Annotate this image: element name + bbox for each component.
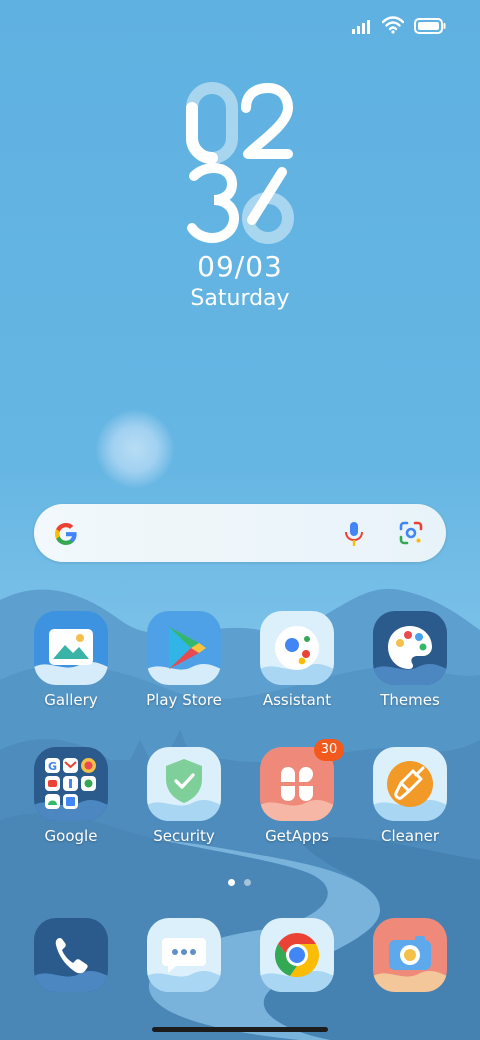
status-bar <box>352 14 452 40</box>
app-label: Security <box>153 827 215 845</box>
wifi-icon <box>382 16 404 34</box>
cleaner-icon <box>373 747 447 821</box>
themes-icon <box>373 611 447 685</box>
app-label: Cleaner <box>381 827 439 845</box>
wallpaper-sun <box>96 410 174 488</box>
svg-text:G: G <box>48 760 57 773</box>
app-gallery[interactable]: Gallery <box>21 611 121 709</box>
dock-chrome[interactable] <box>247 918 347 992</box>
dock-phone[interactable] <box>21 918 121 992</box>
google-folder-icon: G <box>34 747 108 821</box>
getapps-icon: 30 <box>260 739 344 821</box>
clock-widget[interactable] <box>180 80 300 250</box>
app-label: Themes <box>380 691 440 709</box>
dock-messages[interactable] <box>134 918 234 992</box>
notification-badge: 30 <box>314 739 344 761</box>
app-play-store[interactable]: Play Store <box>134 611 234 709</box>
app-label: GetApps <box>265 827 329 845</box>
app-themes[interactable]: Themes <box>360 611 460 709</box>
app-assistant[interactable]: Assistant <box>247 611 347 709</box>
clock-day: Saturday <box>190 286 290 311</box>
page-indicator[interactable] <box>228 879 252 887</box>
security-icon <box>147 747 221 821</box>
microphone-icon[interactable] <box>342 520 366 548</box>
gallery-icon <box>34 611 108 685</box>
app-security[interactable]: Security <box>134 747 234 845</box>
app-label: Gallery <box>44 691 98 709</box>
signal-icon <box>352 20 370 34</box>
google-lens-icon[interactable] <box>398 520 424 546</box>
clock-date: 09/03 <box>197 250 283 283</box>
messages-icon <box>147 918 221 992</box>
app-label: Play Store <box>146 691 222 709</box>
google-g-icon <box>55 523 77 545</box>
battery-icon <box>414 18 446 34</box>
app-getapps[interactable]: 30 GetApps <box>247 739 347 845</box>
google-search-bar[interactable] <box>34 504 446 562</box>
chrome-icon <box>260 918 334 992</box>
assistant-icon <box>260 611 334 685</box>
app-google-folder[interactable]: G Google <box>21 747 121 845</box>
phone-icon <box>34 918 108 992</box>
app-label: Google <box>44 827 98 845</box>
clock-digits <box>186 82 294 244</box>
dock-camera[interactable] <box>360 918 460 992</box>
gesture-nav-handle[interactable] <box>152 1027 328 1032</box>
camera-icon <box>373 918 447 992</box>
play-store-icon <box>147 611 221 685</box>
page-dot-active <box>228 879 235 886</box>
app-cleaner[interactable]: Cleaner <box>360 747 460 845</box>
app-label: Assistant <box>262 691 332 709</box>
page-dot <box>244 879 251 886</box>
